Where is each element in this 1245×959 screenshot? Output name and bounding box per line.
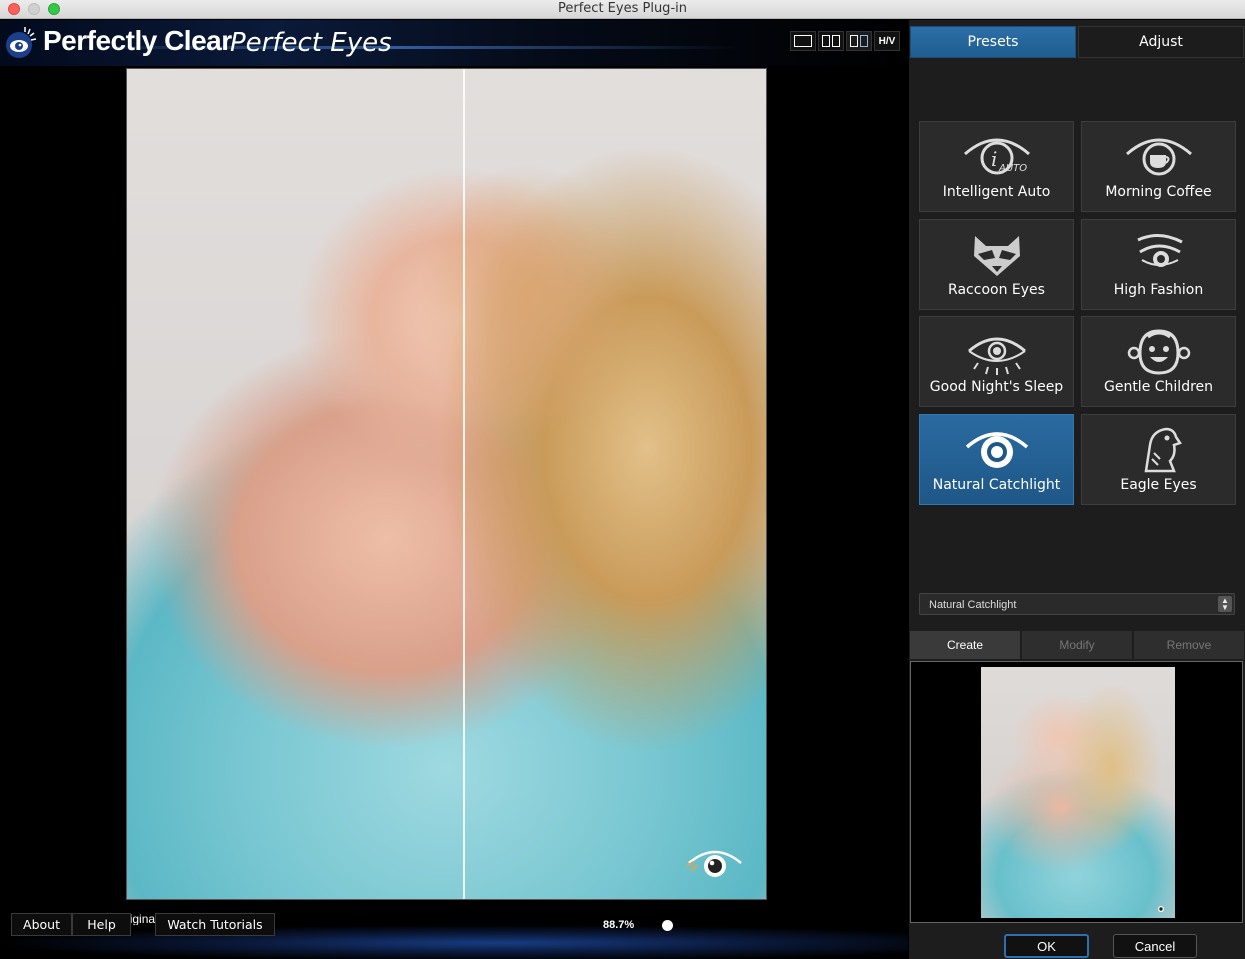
fashion-eye-icon	[1136, 234, 1183, 267]
preset-select[interactable]: Natural Catchlight ▲ ▼	[919, 593, 1235, 615]
settings-panel: Presets Adjust i AUTO Intelligent Auto M…	[909, 20, 1245, 959]
preset-label: High Fashion	[1113, 282, 1204, 298]
raccoon-icon	[973, 236, 1020, 276]
single-view-button[interactable]	[790, 31, 816, 51]
navigator-thumbnail[interactable]	[981, 667, 1175, 918]
ok-button[interactable]: OK	[1004, 934, 1089, 958]
preset-gentle-children[interactable]: Gentle Children	[1081, 316, 1236, 407]
split-right-icon	[832, 35, 840, 47]
hv-toggle-button[interactable]: H/V	[874, 31, 900, 51]
preview-photo	[127, 69, 766, 899]
preset-intelligent-auto[interactable]: i AUTO Intelligent Auto	[919, 121, 1074, 212]
preset-good-nights-sleep[interactable]: Good Night's Sleep	[919, 316, 1074, 407]
catchlight-eye-icon	[965, 432, 1028, 468]
perfectly-clear-logo-icon	[6, 27, 37, 58]
preset-high-fashion[interactable]: High Fashion	[1081, 219, 1236, 310]
preset-label: Intelligent Auto	[942, 184, 1051, 200]
brand-name: Perfectly Clear	[43, 25, 232, 56]
preset-raccoon-eyes[interactable]: Raccoon Eyes	[919, 219, 1074, 310]
split-view-button[interactable]	[846, 31, 872, 51]
svg-text:i: i	[991, 147, 997, 171]
preset-label: Natural Catchlight	[932, 477, 1061, 493]
preset-select-value: Natural Catchlight	[929, 599, 1017, 611]
product-name: Perfect Eyes	[230, 28, 392, 58]
create-preset-button[interactable]: Create	[910, 631, 1020, 659]
zoom-slider-handle[interactable]	[662, 920, 673, 931]
navigator-preview[interactable]	[910, 661, 1243, 923]
footer-band	[0, 925, 908, 959]
split-left-icon	[850, 35, 858, 47]
zoom-level: 88.7%	[603, 919, 635, 931]
preset-eagle-eyes[interactable]: Eagle Eyes	[1081, 414, 1236, 505]
preset-label: Raccoon Eyes	[948, 282, 1045, 298]
preset-label: Good Night's Sleep	[929, 379, 1064, 395]
sleep-eye-icon	[967, 337, 1026, 375]
about-button[interactable]: About	[11, 913, 72, 936]
preset-natural-catchlight[interactable]: Natural Catchlight	[919, 414, 1074, 505]
catchlight-eye-icon	[1158, 906, 1164, 912]
side-by-side-view-button[interactable]	[818, 31, 844, 51]
help-button[interactable]: Help	[72, 913, 131, 936]
watch-tutorials-button[interactable]: Watch Tutorials	[155, 913, 275, 936]
panel-tabs: Presets Adjust	[910, 26, 1244, 58]
preset-morning-coffee[interactable]: Morning Coffee	[1081, 121, 1236, 212]
single-view-icon	[794, 35, 812, 47]
preset-label: Morning Coffee	[1105, 184, 1212, 200]
tab-adjust[interactable]: Adjust	[1078, 26, 1244, 58]
modify-preset-button[interactable]: Modify	[1022, 631, 1132, 659]
intelligent-auto-icon: i AUTO	[963, 138, 1030, 175]
catchlight-eye-icon	[686, 850, 742, 877]
window-titlebar: Perfect Eyes Plug-in	[0, 0, 1245, 19]
window-title: Perfect Eyes Plug-in	[558, 1, 687, 16]
split-right-icon	[860, 35, 868, 47]
preview-image[interactable]	[126, 68, 767, 900]
select-arrows-icon: ▲ ▼	[1218, 596, 1232, 612]
remove-preset-button[interactable]: Remove	[1134, 631, 1244, 659]
preset-label: Gentle Children	[1103, 379, 1214, 395]
coffee-eye-icon	[1125, 138, 1192, 176]
preset-label: Eagle Eyes	[1120, 477, 1197, 493]
svg-text:AUTO: AUTO	[998, 163, 1027, 174]
cancel-button[interactable]: Cancel	[1113, 934, 1197, 958]
view-mode-toolbar: H/V	[790, 31, 900, 51]
preset-actions: Create Modify Remove	[910, 631, 1244, 659]
split-left-icon	[822, 35, 830, 47]
preview-pane: Perfectly Clear Perfect Eyes H/V Click o…	[0, 20, 908, 959]
tab-presets[interactable]: Presets	[910, 26, 1076, 58]
eagle-icon	[1144, 427, 1182, 473]
split-divider[interactable]	[463, 69, 465, 899]
child-face-icon	[1127, 329, 1190, 375]
